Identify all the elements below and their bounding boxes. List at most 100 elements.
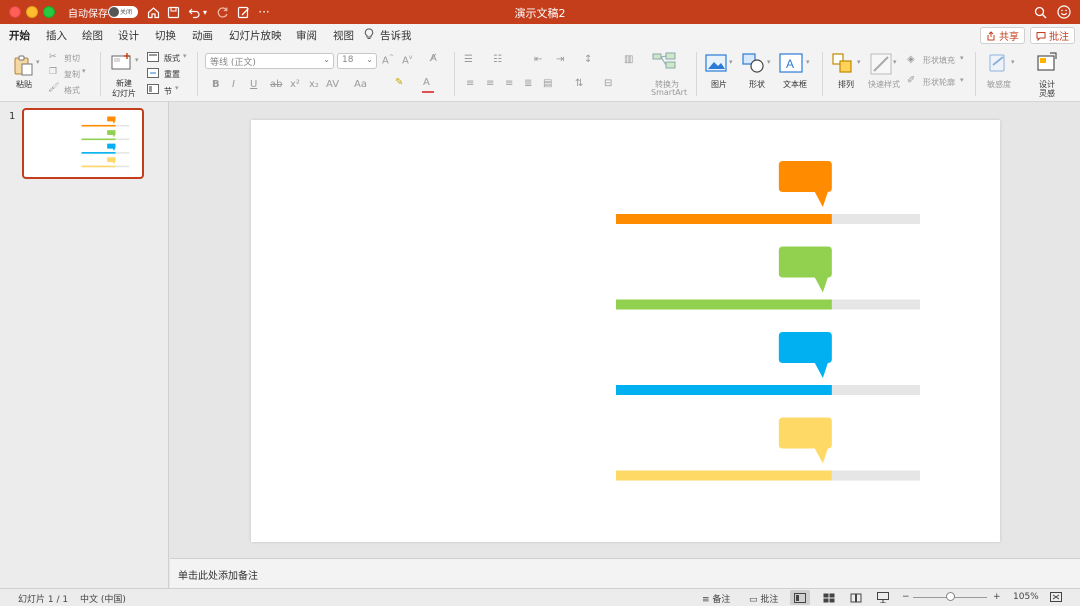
shape-fill-icon[interactable]: ◈ (907, 54, 915, 65)
speech-bubble-callout-2[interactable] (778, 246, 832, 293)
reset-label[interactable]: 重置 (164, 69, 180, 80)
layout-dropdown-icon[interactable]: ▾ (183, 52, 187, 60)
picture-dropdown-icon[interactable]: ▾ (729, 58, 733, 66)
bullets-icon[interactable]: ☰ (464, 54, 473, 65)
quick-styles-icon[interactable] (870, 53, 892, 78)
align-left-icon[interactable]: ≡ (466, 78, 474, 89)
sensitivity-icon[interactable] (988, 53, 1008, 76)
tab-draw[interactable]: 绘图 (82, 28, 103, 43)
sensitivity-dropdown-icon[interactable]: ▾ (1011, 58, 1015, 66)
copy-dropdown-icon[interactable]: ▾ (82, 67, 86, 75)
notes-pane[interactable]: 单击此处添加备注 (170, 558, 1080, 588)
shape-dropdown-icon[interactable]: ▾ (767, 58, 771, 66)
strikethrough-icon[interactable]: ab (270, 79, 282, 90)
speech-bubble-callout-1[interactable] (778, 161, 832, 207)
bold-icon[interactable]: B (212, 79, 220, 90)
textbox-label[interactable]: 文本框 (783, 79, 807, 90)
save-icon[interactable] (165, 3, 181, 21)
quick-styles-label[interactable]: 快速样式 (868, 79, 900, 90)
align-center-icon[interactable]: ≡ (486, 78, 494, 89)
redo-icon[interactable] (214, 3, 230, 21)
tell-me-search[interactable]: 告诉我 (380, 28, 412, 43)
line-spacing-icon[interactable]: ↕ (584, 54, 592, 65)
picture-icon[interactable] (705, 54, 727, 75)
shape-outline-icon[interactable]: ✐ (907, 75, 915, 86)
arrange-icon[interactable] (832, 53, 854, 76)
tab-view[interactable]: 视图 (333, 28, 354, 43)
zoom-in-icon[interactable]: + (993, 592, 1001, 602)
reading-view-button[interactable] (846, 590, 866, 605)
progress-fill-4[interactable] (616, 470, 832, 481)
normal-view-button[interactable] (790, 590, 810, 605)
zoom-out-icon[interactable]: − (902, 592, 910, 602)
font-name-select[interactable]: 等线 (正文) ⌄ (205, 53, 334, 69)
tab-review[interactable]: 审阅 (296, 28, 317, 43)
tab-slideshow[interactable]: 幻灯片放映 (229, 28, 282, 43)
layout-label[interactable]: 版式 (164, 53, 180, 64)
decrease-font-icon[interactable]: Av (402, 54, 412, 66)
new-slide-dropdown-icon[interactable]: ▾ (135, 56, 139, 64)
section-dropdown-icon[interactable]: ▾ (175, 84, 179, 92)
shape-outline-label[interactable]: 形状轮廓 (923, 77, 955, 88)
arrange-label[interactable]: 排列 (838, 79, 854, 90)
progress-fill-3[interactable] (616, 385, 832, 395)
format-label[interactable]: 格式 (64, 85, 80, 96)
thumb-speech-bubble-callout-2[interactable] (107, 130, 116, 138)
slide-thumbnail-1[interactable] (22, 108, 144, 179)
picture-label[interactable]: 图片 (711, 79, 727, 90)
copy-icon[interactable]: ❐ (49, 67, 57, 77)
shape-icon[interactable] (742, 53, 766, 76)
comments-toggle-button[interactable]: ▭ 批注 (749, 592, 778, 605)
underline-icon[interactable]: U (250, 79, 257, 90)
decrease-indent-icon[interactable]: ⇤ (534, 54, 542, 65)
speech-bubble-callout-3[interactable] (778, 332, 832, 378)
text-direction-icon[interactable]: ⇅ (575, 78, 583, 89)
justify-icon[interactable]: ≣ (524, 78, 532, 89)
comments-button[interactable]: 批注 (1030, 27, 1075, 44)
fit-to-window-icon[interactable] (1050, 592, 1062, 605)
layout-icon[interactable] (147, 52, 159, 65)
subscript-icon[interactable]: x₂ (309, 79, 319, 90)
arrange-dropdown-icon[interactable]: ▾ (857, 58, 861, 66)
format-painter-icon[interactable]: 🖌 (48, 83, 59, 93)
section-label[interactable]: 节 (164, 86, 172, 97)
tab-home[interactable]: 开始 (9, 28, 30, 48)
numbering-icon[interactable]: ☷ (493, 54, 502, 65)
autosave-toggle[interactable]: 关闭 (108, 6, 138, 18)
shape-outline-dropdown-icon[interactable]: ▾ (960, 76, 964, 84)
distributed-icon[interactable]: ▤ (543, 78, 552, 89)
edit-document-icon[interactable] (235, 3, 251, 21)
thumb-progress-fill-2[interactable] (81, 138, 116, 141)
search-icon[interactable] (1032, 3, 1048, 21)
shape-fill-label[interactable]: 形状填充 (923, 55, 955, 66)
thumb-speech-bubble-callout-3[interactable] (107, 143, 116, 151)
character-spacing-icon[interactable]: AV (326, 79, 339, 90)
designer-label-2[interactable]: 灵感 (1039, 88, 1055, 99)
section-icon[interactable] (147, 84, 159, 97)
sensitivity-label[interactable]: 敏感度 (987, 79, 1011, 90)
convert-smartart-label-2[interactable]: SmartArt (651, 88, 687, 97)
textbox-icon[interactable]: A (779, 53, 803, 76)
paste-icon[interactable] (12, 54, 34, 79)
home-icon[interactable] (145, 3, 161, 21)
more-icon[interactable]: ··· (256, 3, 272, 21)
tab-animations[interactable]: 动画 (192, 28, 213, 43)
share-button[interactable]: 共享 (980, 27, 1025, 44)
minimize-window-button[interactable] (26, 6, 38, 18)
clear-formatting-icon[interactable]: A̸ (430, 53, 437, 64)
superscript-icon[interactable]: x² (290, 79, 300, 90)
align-text-icon[interactable]: ⊟ (604, 78, 612, 89)
convert-smartart-icon[interactable] (652, 52, 676, 73)
speech-bubble-callout-4[interactable] (778, 417, 832, 464)
increase-indent-icon[interactable]: ⇥ (556, 54, 564, 65)
italic-icon[interactable]: I (232, 79, 235, 90)
new-slide-icon[interactable] (110, 52, 134, 75)
tab-transitions[interactable]: 切换 (155, 28, 176, 43)
zoom-slider-knob[interactable] (946, 592, 955, 601)
progress-fill-2[interactable] (616, 299, 832, 310)
change-case-icon[interactable]: Aa (354, 79, 367, 90)
copy-label[interactable]: 复制 (64, 69, 80, 80)
progress-fill-1[interactable] (616, 214, 832, 224)
thumb-speech-bubble-callout-4[interactable] (107, 157, 116, 165)
thumb-progress-fill-1[interactable] (81, 124, 116, 127)
